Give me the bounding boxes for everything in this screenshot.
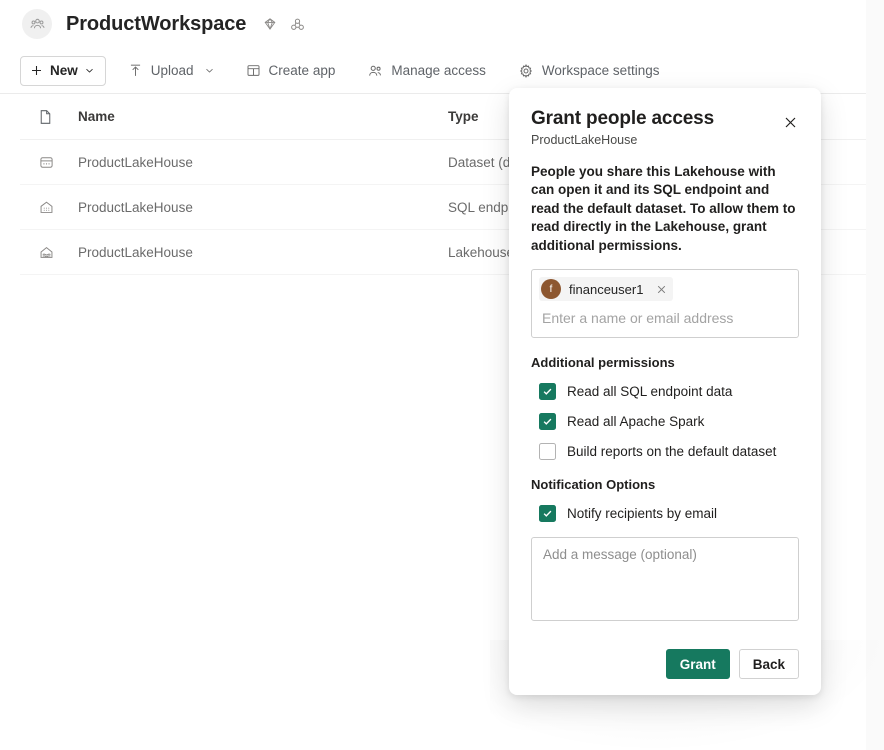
workspace-badges [262,16,306,33]
new-button[interactable]: New [20,55,106,86]
new-button-label: New [50,63,78,78]
row-icon [20,154,78,171]
page-right-margin [866,0,884,750]
grant-button[interactable]: Grant [665,649,730,679]
people-picker[interactable]: f financeuser1 [531,269,799,339]
recipient-token-label: financeuser1 [569,281,644,297]
upload-arrow-icon [128,63,143,78]
row-name[interactable]: ProductLakeHouse [78,245,448,260]
upload-button-label: Upload [150,63,194,78]
page-title: ProductWorkspace [66,12,247,35]
upload-button[interactable]: Upload [118,56,224,86]
checkbox-checked-icon [539,413,556,431]
checkbox-label: Read all Apache Spark [567,414,705,430]
row-icon [20,199,78,216]
column-header-name[interactable]: Name [78,109,448,124]
chevron-down-icon [205,66,214,75]
manage-access-button[interactable]: Manage access [357,56,496,86]
row-icon [20,244,78,261]
checkbox-label: Read all SQL endpoint data [567,384,733,400]
people-group-icon [29,16,46,33]
column-header-icon [20,109,78,125]
checkbox-label: Notify recipients by email [567,506,718,522]
panel-header: Grant people access ProductLakeHouse [531,108,799,147]
close-panel-button[interactable] [777,109,803,135]
checkbox-notify-recipients-by-email[interactable]: Notify recipients by email [531,505,799,523]
plus-icon [30,64,43,77]
checkbox-unchecked-icon [539,443,556,461]
message-textarea[interactable] [531,537,799,622]
create-app-button[interactable]: Create app [236,56,346,86]
people-icon [367,63,383,79]
close-icon [783,115,798,130]
remove-recipient-icon[interactable] [653,281,669,297]
panel-title: Grant people access [531,108,715,129]
workspace-avatar [22,9,52,39]
checkbox-checked-icon [539,505,556,523]
dataset-icon [38,154,55,171]
panel-subtitle: ProductLakeHouse [531,132,638,147]
avatar: f [541,279,561,300]
sql-endpoint-icon [38,199,55,216]
row-name[interactable]: ProductLakeHouse [78,200,448,215]
checkbox-read-all-apache-spark[interactable]: Read all Apache Spark [531,413,799,431]
document-icon [38,109,53,125]
fabric-trial-icon [289,16,306,33]
diamond-premium-icon [262,16,278,32]
notification-options-heading: Notification Options [531,477,656,493]
gear-icon [518,63,534,79]
checkbox-checked-icon [539,383,556,401]
checkbox-build-reports-default-dataset[interactable]: Build reports on the default dataset [531,443,799,461]
recipient-token[interactable]: f financeuser1 [539,277,674,302]
chevron-down-icon [85,66,94,75]
workspace-settings-button-label: Workspace settings [541,63,660,78]
lakehouse-icon [38,244,55,261]
additional-permissions-heading: Additional permissions [531,355,675,371]
panel-footer: Grant Back [665,649,799,679]
back-button[interactable]: Back [738,649,799,679]
create-app-button-label: Create app [268,63,336,78]
grant-people-access-panel: Grant people access ProductLakeHouse Peo… [509,88,821,695]
checkbox-read-sql-endpoint-data[interactable]: Read all SQL endpoint data [531,383,799,401]
people-picker-input[interactable] [539,301,791,334]
checkbox-label: Build reports on the default dataset [567,444,777,460]
panel-heading-group: Grant people access ProductLakeHouse [531,108,714,147]
workspace-header: ProductWorkspace [0,0,884,48]
workspace-settings-button[interactable]: Workspace settings [508,56,670,86]
app-grid-icon [246,63,261,78]
panel-description: People you share this Lakehouse with can… [531,163,796,253]
app-root: ProductWorkspace New Upload Create app M… [0,0,884,750]
manage-access-button-label: Manage access [391,63,486,78]
row-name[interactable]: ProductLakeHouse [78,155,448,170]
